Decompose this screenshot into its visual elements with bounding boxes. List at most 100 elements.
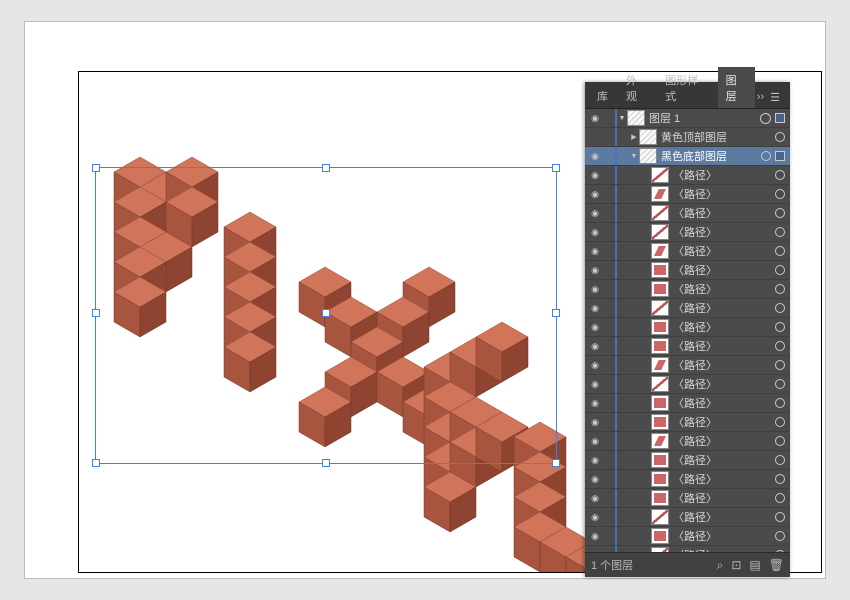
layer-row[interactable]: ◉〈路径〉 [585,204,790,223]
selection-handle[interactable] [552,164,560,172]
target-icon[interactable] [775,189,785,199]
layer-thumbnail [651,319,669,335]
visibility-toggle[interactable]: ◉ [585,246,605,257]
layer-row[interactable]: ◉▼图层 1 [585,109,790,128]
target-icon[interactable] [775,265,785,275]
layer-thumbnail [651,414,669,430]
target-icon[interactable] [775,436,785,446]
target-icon[interactable] [760,113,771,124]
visibility-toggle[interactable]: ◉ [585,531,605,542]
target-icon[interactable] [775,455,785,465]
visibility-toggle[interactable]: ◉ [585,493,605,504]
target-icon[interactable] [775,474,785,484]
tab-layers[interactable]: 图层 [718,67,755,108]
layer-name: 〈路径〉 [673,281,717,297]
target-icon[interactable] [775,208,785,218]
layer-row[interactable]: ◉〈路径〉 [585,470,790,489]
make-clipping-mask-icon[interactable]: ⊡ [731,558,741,572]
visibility-toggle[interactable]: ◉ [585,455,605,466]
locate-object-icon[interactable]: ⌕ [717,558,724,573]
target-icon[interactable] [775,379,785,389]
target-icon[interactable] [775,170,785,180]
target-icon[interactable] [761,151,771,161]
tab-graphic-styles[interactable]: 图形样式 [657,67,715,108]
target-icon[interactable] [775,493,785,503]
delete-layer-icon[interactable]: 🗑 [769,558,784,572]
selection-handle[interactable] [92,309,100,317]
layer-row[interactable]: ◉〈路径〉 [585,166,790,185]
visibility-toggle[interactable]: ◉ [585,512,605,523]
layer-row[interactable]: ◉〈路径〉 [585,375,790,394]
visibility-toggle[interactable]: ◉ [585,284,605,295]
selection-handle[interactable] [92,459,100,467]
selection-handle[interactable] [92,164,100,172]
layer-row[interactable]: ◉ 〈路径〉 [585,185,790,204]
expand-arrow-icon[interactable]: ▼ [617,115,627,122]
visibility-toggle[interactable]: ◉ [585,360,605,371]
target-icon[interactable] [775,512,785,522]
layer-row[interactable]: ◉〈路径〉 [585,527,790,546]
visibility-toggle[interactable]: ◉ [585,113,605,124]
visibility-toggle[interactable]: ◉ [585,398,605,409]
visibility-toggle[interactable]: ◉ [585,170,605,181]
target-icon[interactable] [775,360,785,370]
visibility-toggle[interactable]: ◉ [585,189,605,200]
visibility-toggle[interactable]: ◉ [585,208,605,219]
target-icon[interactable] [775,284,785,294]
visibility-toggle[interactable]: ◉ [585,303,605,314]
tabs-more-icon[interactable]: ›› [757,91,764,104]
visibility-toggle[interactable]: ◉ [585,474,605,485]
layer-name: 〈路径〉 [673,357,717,373]
layer-row[interactable]: ◉▼黑色底部图层 [585,147,790,166]
expand-arrow-icon[interactable]: ▼ [629,153,639,160]
layer-row[interactable]: ◉〈路径〉 [585,451,790,470]
target-icon[interactable] [775,246,785,256]
target-icon[interactable] [775,227,785,237]
selection-handle[interactable] [322,309,330,317]
layer-thumbnail [651,433,669,449]
layer-row[interactable]: ◉〈路径〉 [585,223,790,242]
visibility-toggle[interactable]: ◉ [585,227,605,238]
expand-arrow-icon[interactable]: ▶ [629,133,639,141]
visibility-toggle[interactable]: ◉ [585,436,605,447]
target-icon[interactable] [775,531,785,541]
visibility-toggle[interactable]: ◉ [585,322,605,333]
selection-handle[interactable] [552,459,560,467]
layer-row[interactable]: ◉〈路径〉 [585,432,790,451]
target-icon[interactable] [775,398,785,408]
visibility-toggle[interactable]: ◉ [585,379,605,390]
target-icon[interactable] [775,322,785,332]
new-sublayer-icon[interactable]: ▤ [749,558,760,572]
target-icon[interactable] [775,417,785,427]
layer-row[interactable]: ◉ 〈路径〉 [585,356,790,375]
selection-indicator [775,113,785,123]
layer-row[interactable]: ▶黄色顶部图层 [585,128,790,147]
layer-row[interactable]: ◉〈路径〉 [585,413,790,432]
tab-library[interactable]: 库 [589,83,616,108]
panel-menu-icon[interactable]: ☰ [770,91,780,104]
layer-row[interactable]: ◉〈路径〉 [585,394,790,413]
selection-handle[interactable] [552,309,560,317]
layer-thumbnail [651,376,669,392]
selection-handle[interactable] [322,164,330,172]
target-icon[interactable] [775,132,785,142]
visibility-toggle[interactable]: ◉ [585,265,605,276]
layer-row[interactable]: ◉〈路径〉 [585,261,790,280]
layer-row[interactable]: ◉ 〈路径〉 [585,280,790,299]
layer-name: 〈路径〉 [673,186,717,202]
layer-thumbnail [651,281,669,297]
layer-row[interactable]: ◉〈路径〉 [585,489,790,508]
target-icon[interactable] [775,303,785,313]
layer-row[interactable]: ◉〈路径〉 [585,299,790,318]
tab-appearance[interactable]: 外观 [618,67,655,108]
selection-handle[interactable] [322,459,330,467]
visibility-toggle[interactable]: ◉ [585,151,605,162]
layer-row[interactable]: ◉〈路径〉 [585,337,790,356]
target-icon[interactable] [775,341,785,351]
layer-row[interactable]: ◉〈路径〉 [585,318,790,337]
layer-row[interactable]: ◉ 〈路径〉 [585,242,790,261]
layer-name: 〈路径〉 [673,243,717,259]
visibility-toggle[interactable]: ◉ [585,417,605,428]
visibility-toggle[interactable]: ◉ [585,341,605,352]
layer-row[interactable]: ◉〈路径〉 [585,508,790,527]
